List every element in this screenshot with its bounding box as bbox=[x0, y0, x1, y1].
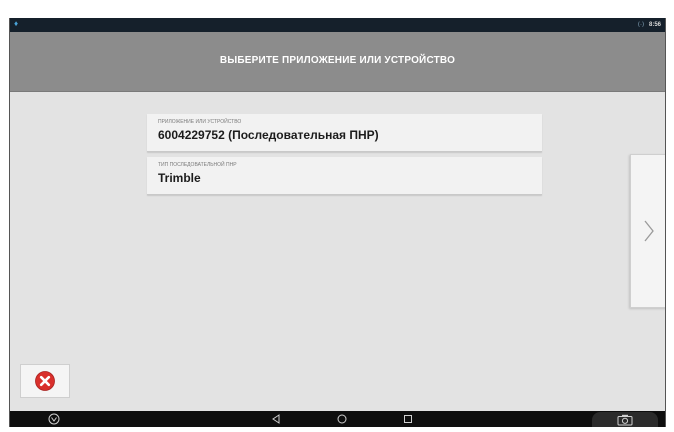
menu-icon[interactable] bbox=[48, 413, 60, 425]
camera-icon bbox=[617, 414, 633, 426]
serial-type-field[interactable]: ТИП ПОСЛЕДОВАТЕЛЬНОЙ ПНР Trimble bbox=[147, 157, 542, 195]
back-icon[interactable] bbox=[270, 413, 282, 425]
application-device-field[interactable]: ПРИЛОЖЕНИЕ ИЛИ УСТРОЙСТВО 6004229752 (По… bbox=[147, 114, 542, 152]
field-value: 6004229752 (Последовательная ПНР) bbox=[158, 128, 379, 142]
system-nav-bar bbox=[10, 411, 665, 427]
title-bar: ВЫБЕРИТЕ ПРИЛОЖЕНИЕ ИЛИ УСТРОЙСТВО bbox=[10, 32, 665, 92]
signal-icon: ⟨·⟩ bbox=[637, 22, 645, 28]
next-button[interactable] bbox=[630, 154, 665, 308]
cancel-button[interactable] bbox=[20, 364, 70, 398]
page-title: ВЫБЕРИТЕ ПРИЛОЖЕНИЕ ИЛИ УСТРОЙСТВО bbox=[219, 55, 456, 66]
close-circle-icon bbox=[35, 371, 55, 391]
field-value: Trimble bbox=[158, 171, 201, 185]
home-icon[interactable] bbox=[336, 413, 348, 425]
status-bar: ♦ ⟨·⟩ 8:56 bbox=[10, 18, 665, 32]
chevron-right-icon bbox=[644, 220, 654, 242]
recents-icon[interactable] bbox=[402, 413, 414, 425]
location-pin-icon: ♦ bbox=[14, 19, 19, 28]
field-label: ПРИЛОЖЕНИЕ ИЛИ УСТРОЙСТВО bbox=[158, 119, 242, 125]
status-right: ⟨·⟩ 8:56 bbox=[638, 21, 661, 29]
clock: 8:56 bbox=[648, 22, 661, 28]
camera-button[interactable] bbox=[592, 412, 658, 427]
app-window: ♦ ⟨·⟩ 8:56 ВЫБЕРИТЕ ПРИЛОЖЕНИЕ ИЛИ УСТРО… bbox=[9, 18, 666, 427]
field-label: ТИП ПОСЛЕДОВАТЕЛЬНОЙ ПНР bbox=[158, 162, 237, 168]
